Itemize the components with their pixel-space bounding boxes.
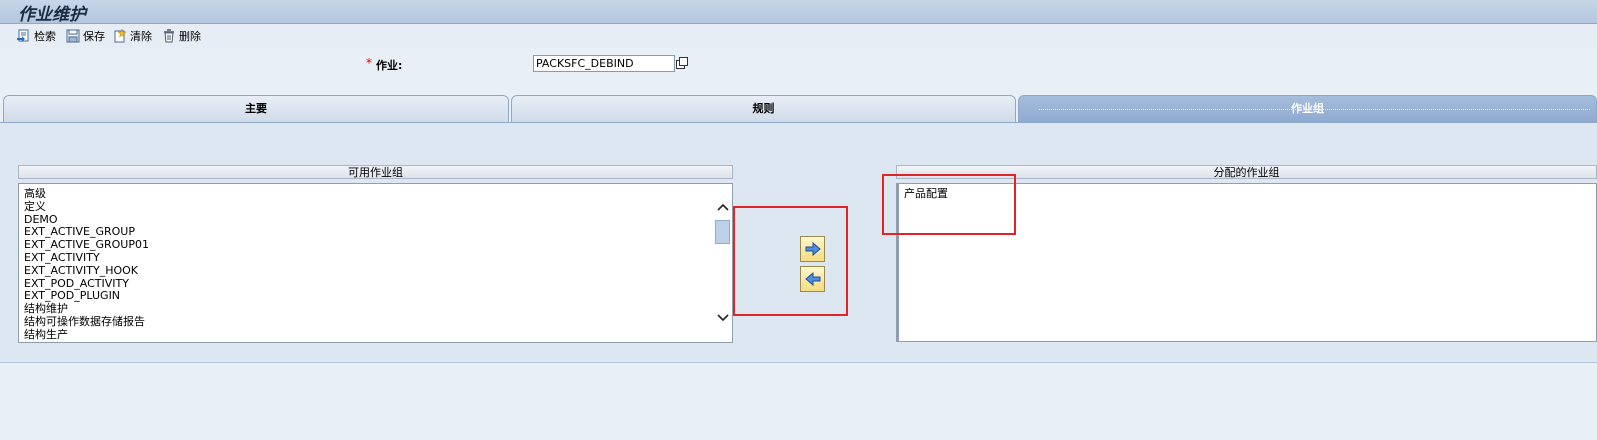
delete-button[interactable]: 删除 <box>162 28 201 44</box>
tab-job-groups[interactable]: 作业组 <box>1018 95 1597 122</box>
retrieve-icon <box>17 29 29 42</box>
toolbar: 检索 保存 清除 删除 <box>0 24 1597 48</box>
clear-label: 清除 <box>130 30 152 43</box>
clear-button[interactable]: 清除 <box>113 28 152 44</box>
list-item[interactable]: EXT_ACTIVE_GROUP01 <box>19 238 732 251</box>
list-item[interactable]: 高级 <box>19 187 732 200</box>
title-bar: 作业维护 <box>0 0 1597 25</box>
available-groups-list[interactable]: 高级 定义 DEMO EXT_ACTIVE_GROUP EXT_ACTIVE_GROUP… <box>18 183 733 343</box>
required-marker: * <box>366 56 372 70</box>
list-item[interactable]: 定义 <box>19 200 732 213</box>
list-item[interactable]: 结构可操作数据存储报告 <box>19 315 732 328</box>
available-groups-header: 可用作业组 <box>18 165 733 179</box>
job-input[interactable] <box>533 55 675 72</box>
save-icon <box>66 29 80 43</box>
highlight-box-buttons <box>733 206 848 316</box>
list-item[interactable]: EXT_POD_ACTIVITY <box>19 277 732 290</box>
scroll-thumb[interactable] <box>715 220 730 244</box>
retrieve-label: 检索 <box>34 30 56 43</box>
list-item[interactable]: 结构生产 <box>19 328 732 341</box>
scroll-up-icon[interactable] <box>717 202 729 212</box>
clear-icon <box>114 29 127 43</box>
tab-rules-label: 规则 <box>752 102 775 115</box>
list-item[interactable]: EXT_POD_PLUGIN <box>19 289 732 302</box>
job-label: 作业: <box>376 59 403 72</box>
list-item[interactable]: DEMO <box>19 213 732 226</box>
list-item[interactable]: 结构维护 <box>19 302 732 315</box>
tab-main[interactable]: 主要 <box>3 95 509 122</box>
tab-main-label: 主要 <box>245 102 267 115</box>
scroll-down-icon[interactable] <box>717 313 729 323</box>
highlight-box-assigned <box>882 174 1016 235</box>
tab-job-groups-label: 作业组 <box>1291 102 1324 115</box>
list-item[interactable]: EXT_ACTIVITY <box>19 251 732 264</box>
browse-icon[interactable] <box>676 57 688 69</box>
delete-label: 删除 <box>179 30 201 43</box>
save-label: 保存 <box>83 30 105 43</box>
available-list-scrollbar[interactable] <box>715 185 731 341</box>
save-button[interactable]: 保存 <box>66 28 105 44</box>
list-item[interactable]: EXT_ACTIVITY_HOOK <box>19 264 732 277</box>
page-title: 作业维护 <box>18 5 86 25</box>
delete-icon <box>164 29 174 43</box>
retrieve-button[interactable]: 检索 <box>17 28 56 44</box>
tab-rules[interactable]: 规则 <box>511 95 1016 122</box>
list-item[interactable]: EXT_ACTIVE_GROUP <box>19 225 732 238</box>
